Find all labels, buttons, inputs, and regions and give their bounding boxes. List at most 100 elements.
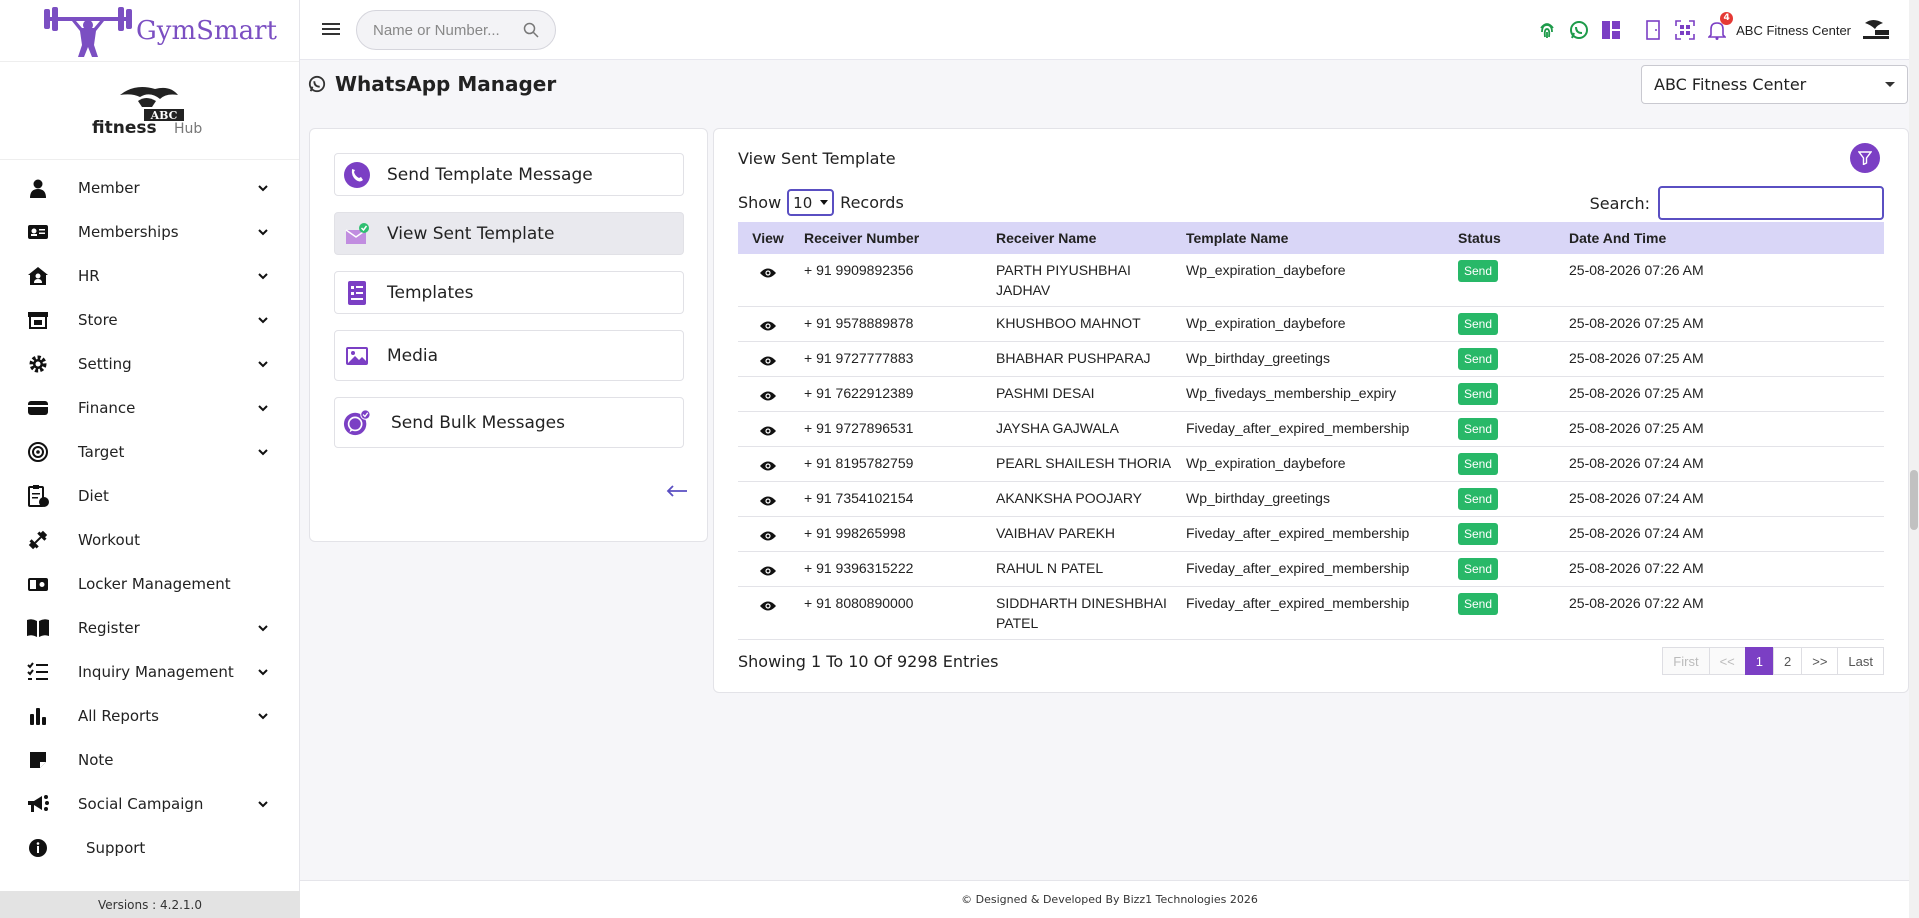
eye-icon[interactable] — [759, 267, 777, 279]
eye-icon[interactable] — [759, 530, 777, 542]
sidebar-item-label: Member — [78, 179, 140, 197]
template-name: Wp_expiration_daybefore — [1180, 446, 1452, 482]
sidebar-item-inquiry-management[interactable]: Inquiry Management — [0, 650, 299, 694]
menu-send-template-message[interactable]: Send Template Message — [334, 153, 684, 196]
whatsapp-icon[interactable] — [1568, 19, 1590, 41]
receiver-number: + 91 9909892356 — [798, 254, 990, 307]
sidebar-item-label: Finance — [78, 399, 136, 417]
topbar-actions: 4 ABC Fitness Center — [1536, 0, 1891, 60]
sidebar-item-support[interactable]: Support — [0, 826, 299, 870]
caret-down-icon — [1885, 82, 1895, 87]
eye-icon[interactable] — [759, 460, 777, 472]
sidebar-item-label: Setting — [78, 355, 132, 373]
locker-icon — [26, 572, 50, 596]
svg-text:Hub: Hub — [174, 121, 202, 137]
global-search[interactable] — [356, 10, 556, 50]
sidebar-item-hr[interactable]: HR — [0, 254, 299, 298]
sidebar-item-label: Diet — [78, 487, 109, 505]
dashboard-icon[interactable] — [1600, 19, 1622, 41]
status-badge: Send — [1458, 418, 1499, 440]
receiver-number: + 91 7622912389 — [798, 376, 990, 412]
receiver-number: + 91 8080890000 — [798, 586, 990, 640]
fingerprint-icon[interactable] — [1536, 19, 1558, 41]
pagination-prev[interactable]: << — [1708, 647, 1746, 675]
table-search-input[interactable] — [1658, 186, 1884, 220]
menu-view-sent-template[interactable]: View Sent Template — [334, 212, 684, 255]
receiver-number: + 91 8195782759 — [798, 446, 990, 482]
bar-chart-icon — [26, 704, 50, 728]
eye-icon[interactable] — [759, 495, 777, 507]
pagination-last[interactable]: Last — [1837, 647, 1884, 675]
sidebar-item-finance[interactable]: Finance — [0, 386, 299, 430]
page-scrollbar[interactable] — [1909, 0, 1919, 918]
chevron-down-icon — [258, 185, 268, 192]
scrollbar-thumb[interactable] — [1910, 470, 1918, 530]
status-badge: Send — [1458, 488, 1499, 510]
sidebar-item-diet[interactable]: Diet — [0, 474, 299, 518]
house-user-icon — [26, 264, 50, 288]
door-icon[interactable] — [1642, 19, 1664, 41]
status-badge: Send — [1458, 558, 1499, 580]
date-time: 25-08-2026 07:24 AM — [1563, 446, 1884, 482]
template-name: Fiveday_after_expired_membership — [1180, 516, 1452, 552]
panel-title: View Sent Template — [738, 149, 896, 168]
center-select[interactable]: ABC Fitness Center — [1641, 65, 1908, 104]
gym-logo-image: ABC fitness Hub — [92, 86, 202, 138]
chevron-down-icon — [258, 669, 268, 676]
sidebar-item-member[interactable]: Member — [0, 166, 299, 210]
menu-send-bulk-messages[interactable]: Send Bulk Messages — [334, 397, 684, 448]
sidebar-item-locker-management[interactable]: Locker Management — [0, 562, 299, 606]
eye-icon[interactable] — [759, 320, 777, 332]
table-row: + 91 9909892356 PARTH PIYUSHBHAI JADHAV … — [738, 254, 1884, 307]
eye-icon[interactable] — [759, 355, 777, 367]
sidebar-item-target[interactable]: Target — [0, 430, 299, 474]
eye-icon[interactable] — [759, 425, 777, 437]
sidebar-item-label: Memberships — [78, 223, 179, 241]
status-badge: Send — [1458, 260, 1499, 282]
sidebar-item-note[interactable]: Note — [0, 738, 299, 782]
sidebar-item-social-campaign[interactable]: Social Campaign — [0, 782, 299, 826]
sidebar-item-memberships[interactable]: Memberships — [0, 210, 299, 254]
arrow-left-icon[interactable] — [666, 484, 688, 498]
sidebar-item-setting[interactable]: Setting — [0, 342, 299, 386]
table-row: + 91 998265998 VAIBHAV PAREKH Fiveday_af… — [738, 516, 1884, 552]
menu-media[interactable]: Media — [334, 330, 684, 381]
receiver-name: PARTH PIYUSHBHAI JADHAV — [990, 254, 1180, 307]
notification-bell-icon[interactable]: 4 — [1706, 12, 1734, 41]
records-label: Records — [840, 193, 904, 212]
sidebar-item-label: Note — [78, 751, 114, 769]
pagination-page-1[interactable]: 1 — [1744, 647, 1774, 675]
page-size-select[interactable]: 10 — [787, 189, 835, 216]
pagination-page-2[interactable]: 2 — [1773, 647, 1803, 675]
brand[interactable]: GymSmart — [0, 0, 299, 62]
filter-button[interactable] — [1850, 143, 1880, 173]
topbar: 4 ABC Fitness Center — [300, 0, 1919, 60]
target-icon — [26, 440, 50, 464]
sidebar-item-workout[interactable]: Workout — [0, 518, 299, 562]
pagination-first[interactable]: First — [1662, 647, 1710, 675]
table-row: + 91 9396315222 RAHUL N PATEL Fiveday_af… — [738, 551, 1884, 587]
qr-scan-icon[interactable] — [1674, 19, 1696, 41]
status-badge: Send — [1458, 523, 1499, 545]
menu-label: Send Template Message — [387, 164, 593, 185]
sidebar-item-label: All Reports — [78, 707, 159, 725]
eye-icon[interactable] — [759, 565, 777, 577]
pagination-next[interactable]: >> — [1801, 647, 1839, 675]
eye-icon[interactable] — [759, 390, 777, 402]
global-search-input[interactable] — [373, 21, 523, 39]
gear-icon — [26, 352, 50, 376]
sidebar-item-all-reports[interactable]: All Reports — [0, 694, 299, 738]
date-time: 25-08-2026 07:25 AM — [1563, 411, 1884, 447]
gym-name[interactable]: ABC Fitness Center — [1736, 23, 1851, 38]
sidebar-item-register[interactable]: Register — [0, 606, 299, 650]
search-icon[interactable] — [523, 22, 539, 38]
receiver-name: SIDDHARTH DINESHBHAI PATEL — [990, 586, 1180, 640]
eye-icon[interactable] — [759, 600, 777, 612]
hamburger-menu-icon[interactable] — [322, 18, 340, 40]
avatar[interactable] — [1861, 19, 1891, 41]
info-icon — [26, 836, 50, 860]
brand-name: GymSmart — [136, 15, 277, 46]
chevron-down-icon — [258, 625, 268, 632]
sidebar-item-store[interactable]: Store — [0, 298, 299, 342]
menu-templates[interactable]: Templates — [334, 271, 684, 314]
